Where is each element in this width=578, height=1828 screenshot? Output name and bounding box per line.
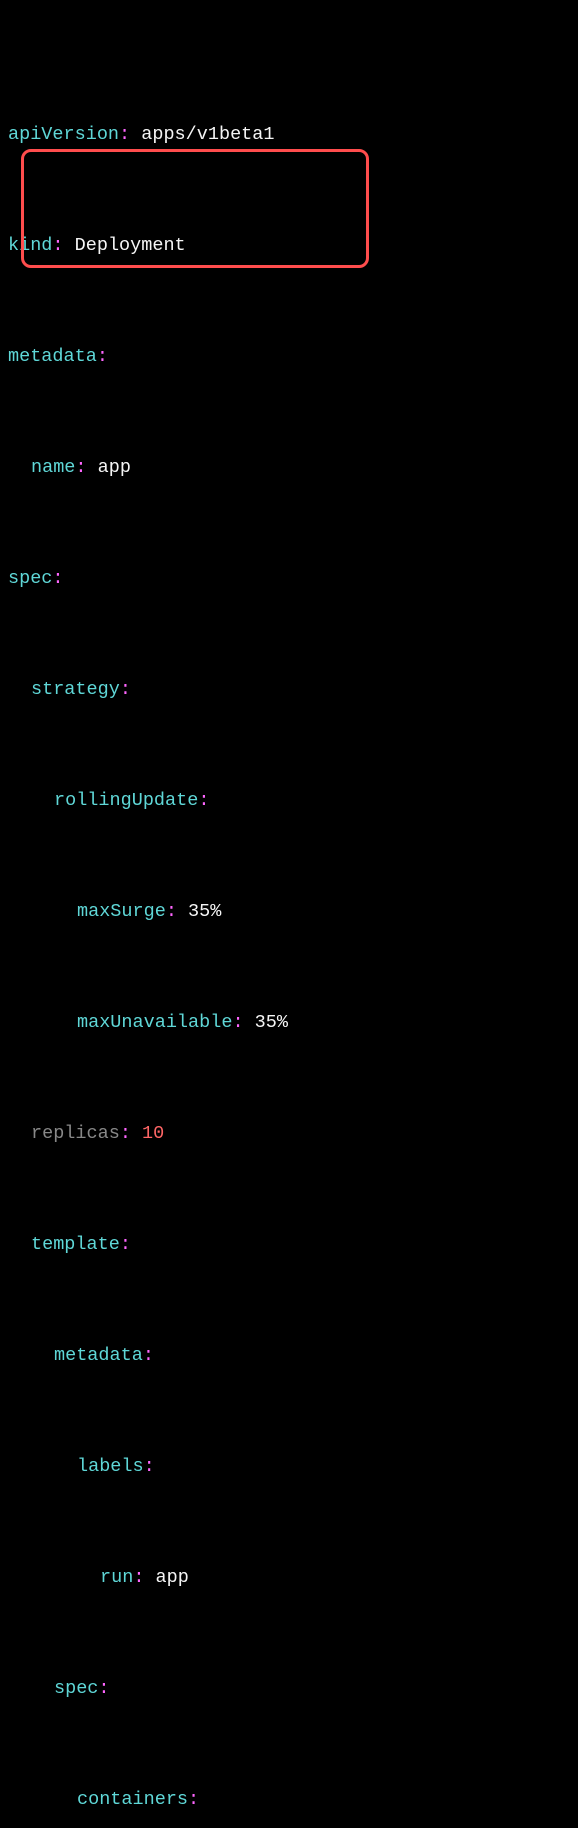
line-meta-name: name: app [8,454,570,482]
line-tpl-metadata: metadata: [8,1342,570,1370]
line-kind: kind: Deployment [8,232,570,260]
line-run: run: app [8,1564,570,1592]
key-tpl-metadata: metadata [54,1345,143,1366]
key-rollingupdate: rollingUpdate [54,790,198,811]
line-template: template: [8,1231,570,1259]
val-run: app [156,1567,189,1588]
yaml-code-block: apiVersion: apps/v1beta1 kind: Deploymen… [8,10,570,1828]
line-strategy: strategy: [8,676,570,704]
line-metadata: metadata: [8,343,570,371]
val-kind: Deployment [75,235,186,256]
colon: : [119,124,130,145]
line-labels: labels: [8,1453,570,1481]
key-spec: spec [8,568,52,589]
key-apiversion: apiVersion [8,124,119,145]
key-tpl-spec: spec [54,1678,98,1699]
val-maxunavailable: 35% [255,1012,288,1033]
key-template: template [31,1234,120,1255]
line-rollingupdate: rollingUpdate: [8,787,570,815]
key-metadata: metadata [8,346,97,367]
key-run: run [100,1567,133,1588]
line-containers: containers: [8,1786,570,1814]
line-tpl-spec: spec: [8,1675,570,1703]
key-maxsurge: maxSurge [77,901,166,922]
key-labels: labels [77,1456,144,1477]
val-replicas: 10 [142,1123,164,1144]
key-meta-name: name [31,457,75,478]
line-maxsurge: maxSurge: 35% [8,898,570,926]
line-maxunavailable: maxUnavailable: 35% [8,1009,570,1037]
key-kind: kind [8,235,52,256]
line-apiversion: apiVersion: apps/v1beta1 [8,121,570,149]
val-meta-name: app [98,457,131,478]
val-apiversion: apps/v1beta1 [141,124,274,145]
line-spec: spec: [8,565,570,593]
key-strategy: strategy [31,679,120,700]
key-maxunavailable: maxUnavailable [77,1012,232,1033]
key-replicas: replicas [31,1123,120,1144]
key-containers: containers [77,1789,188,1810]
val-maxsurge: 35% [188,901,221,922]
line-replicas: replicas: 10 [8,1120,570,1148]
